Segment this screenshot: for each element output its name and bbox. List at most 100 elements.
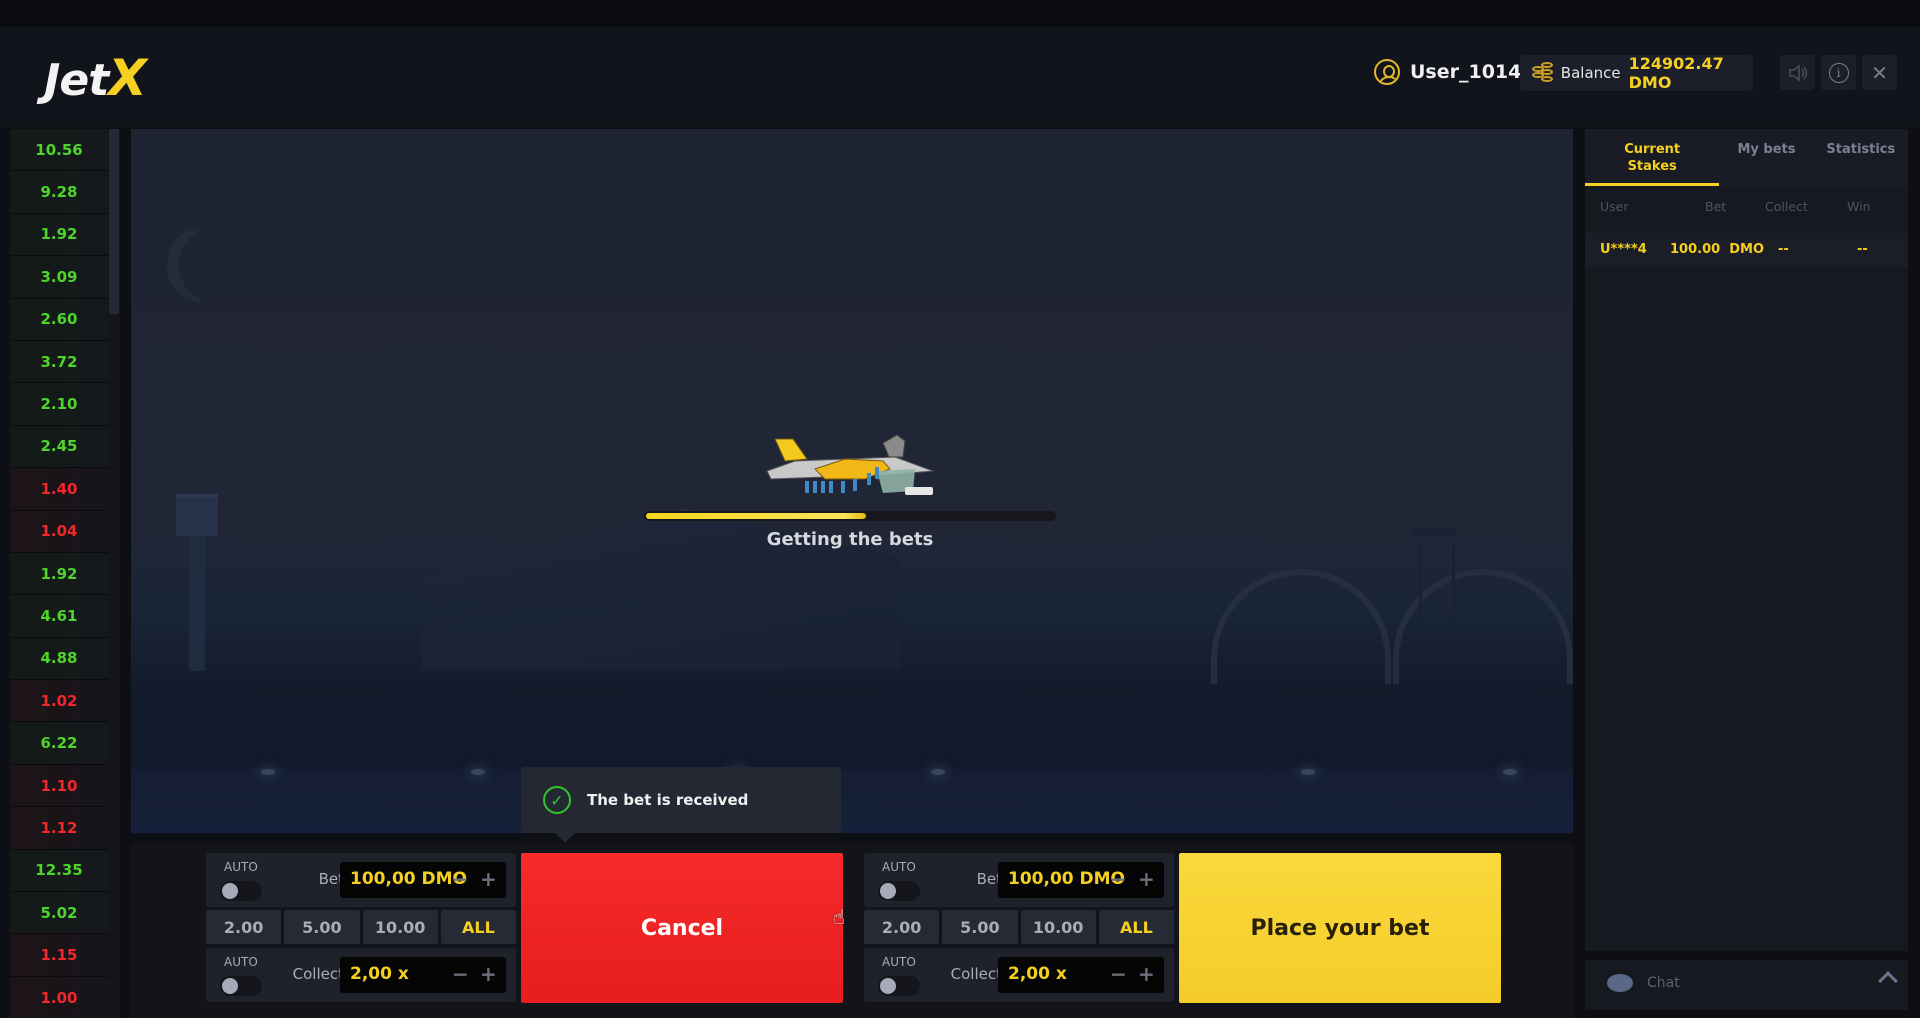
header: JetX User_1014 Balance 124902.47 DMO i ✕: [0, 27, 1920, 127]
multiplier-item: 1.00: [10, 976, 108, 1018]
multiplier-item: 3.09: [10, 256, 108, 299]
collect-multiplier-input[interactable]: 2,00 x − +: [998, 957, 1164, 993]
chat-icon: [1607, 974, 1633, 994]
collect-multiplier-value: 2,00 x: [350, 964, 409, 984]
quick-bet-10[interactable]: 10.00: [1020, 910, 1096, 944]
bet-increase-button[interactable]: +: [1138, 867, 1155, 891]
multiplier-item: 1.02: [10, 680, 108, 723]
collect-row: AUTO Collect 2,00 x − +: [206, 948, 516, 1002]
quick-bet-2[interactable]: 2.00: [864, 910, 940, 944]
quick-bet-5[interactable]: 5.00: [284, 910, 360, 944]
balance-label: Balance: [1560, 64, 1621, 82]
bet-controls: AUTO Bet 100,00 DMO − + 2.00 5.00 10.00 …: [131, 843, 1573, 1018]
auto-collect-label: AUTO: [224, 955, 258, 969]
collect-decrease-button[interactable]: −: [452, 962, 469, 986]
bet-amount-input[interactable]: 100,00 DMO − +: [998, 862, 1164, 898]
history-scrollbar[interactable]: [108, 129, 120, 1018]
multiplier-item: 2.10: [10, 383, 108, 426]
runway-light: [1503, 769, 1517, 775]
balance-value: 124902.47 DMO: [1628, 54, 1724, 92]
bet-decrease-button[interactable]: −: [1110, 867, 1127, 891]
quick-bet-chips: 2.00 5.00 10.00 ALL: [206, 910, 516, 944]
bet-amount-input[interactable]: 100,00 DMO − +: [340, 862, 506, 898]
sound-button[interactable]: [1780, 55, 1815, 90]
auto-bet-toggle[interactable]: [878, 881, 920, 901]
multiplier-item: 1.12: [10, 807, 108, 850]
collect-decrease-button[interactable]: −: [1110, 962, 1127, 986]
balance-box: Balance 124902.47 DMO: [1520, 54, 1753, 92]
bet-amount-value: 100,00 DMO: [350, 869, 467, 889]
chat-bar[interactable]: Chat: [1585, 960, 1908, 1010]
collect-multiplier-input[interactable]: 2,00 x − +: [340, 957, 506, 993]
row-win: --: [1857, 242, 1868, 257]
quick-bet-all[interactable]: ALL: [440, 910, 516, 944]
progress-fill: [646, 513, 866, 519]
tab-current-stakes[interactable]: Current Stakes: [1585, 129, 1720, 186]
info-icon: i: [1828, 62, 1849, 83]
column-win: Win: [1847, 199, 1871, 214]
close-button[interactable]: ✕: [1862, 55, 1897, 90]
top-strip: [0, 0, 1920, 27]
quick-bet-2[interactable]: 2.00: [206, 910, 282, 944]
column-user: User: [1600, 199, 1629, 214]
hand-cursor-icon: ☝: [833, 905, 846, 929]
column-bet: Bet: [1705, 199, 1727, 214]
quick-bet-5[interactable]: 5.00: [942, 910, 1018, 944]
multiplier-item: 1.40: [10, 468, 108, 511]
bet-received-toast: ✓ The bet is received: [521, 767, 841, 843]
auto-bet-toggle[interactable]: [220, 881, 262, 901]
row-bet: 100.00 DMO: [1670, 242, 1764, 257]
chat-label: Chat: [1647, 975, 1680, 991]
multiplier-item: 2.60: [10, 298, 108, 341]
auto-bet-label: AUTO: [224, 860, 258, 874]
multiplier-item: 9.28: [10, 171, 108, 214]
table-row: U****4 100.00 DMO -- --: [1585, 233, 1908, 267]
bet-row: AUTO Bet 100,00 DMO − +: [864, 853, 1174, 907]
tab-statistics[interactable]: Statistics: [1814, 129, 1908, 186]
column-collect: Collect: [1765, 199, 1808, 214]
tab-my-bets[interactable]: My bets: [1719, 129, 1813, 186]
collect-label: Collect: [292, 965, 344, 983]
auto-collect-toggle[interactable]: [220, 976, 262, 996]
close-icon: ✕: [1871, 60, 1888, 85]
moon-decoration: [179, 229, 241, 301]
collect-increase-button[interactable]: +: [480, 962, 497, 986]
username: User_1014: [1410, 61, 1522, 83]
control-tower-decoration: [176, 454, 218, 671]
stakes-table-header: User Bet Collect Win: [1585, 199, 1908, 219]
coins-icon: [1532, 62, 1553, 84]
check-circle-icon: ✓: [543, 786, 571, 814]
multiplier-item: 12.35: [10, 849, 108, 893]
logo-text: Jet: [44, 55, 109, 106]
collect-multiplier-value: 2,00 x: [1008, 964, 1067, 984]
place-bet-button[interactable]: Place your bet: [1179, 853, 1501, 1003]
multiplier-item: 4.61: [10, 595, 108, 638]
logo-accent: X: [108, 49, 147, 107]
hangar-decoration: [1211, 569, 1391, 684]
multiplier-item: 1.92: [10, 213, 108, 257]
collect-label: Collect: [950, 965, 1002, 983]
jet-plane-icon: [766, 434, 934, 495]
user-icon: [1374, 59, 1400, 85]
game-status-text: Getting the bets: [766, 529, 934, 550]
row-collect: --: [1778, 242, 1789, 257]
auto-collect-toggle[interactable]: [878, 976, 920, 996]
multiplier-item: 2.45: [10, 425, 108, 469]
collect-increase-button[interactable]: +: [1138, 962, 1155, 986]
bet-increase-button[interactable]: +: [480, 867, 497, 891]
runway-light: [931, 769, 945, 775]
chevron-up-icon[interactable]: [1878, 971, 1898, 991]
row-user: U****4: [1600, 242, 1647, 257]
runway-light: [261, 769, 275, 775]
toast-message: The bet is received: [587, 791, 749, 809]
bet-decrease-button[interactable]: −: [452, 867, 469, 891]
watchtower-decoration: [1411, 529, 1457, 619]
runway-light: [1301, 769, 1315, 775]
quick-bet-all[interactable]: ALL: [1098, 910, 1174, 944]
multiplier-item: 1.04: [10, 510, 108, 553]
scrollbar-thumb[interactable]: [109, 129, 119, 314]
quick-bet-10[interactable]: 10.00: [362, 910, 438, 944]
cancel-button[interactable]: Cancel: [521, 853, 843, 1003]
info-button[interactable]: i: [1821, 55, 1856, 90]
bet-amount-value: 100,00 DMO: [1008, 869, 1125, 889]
